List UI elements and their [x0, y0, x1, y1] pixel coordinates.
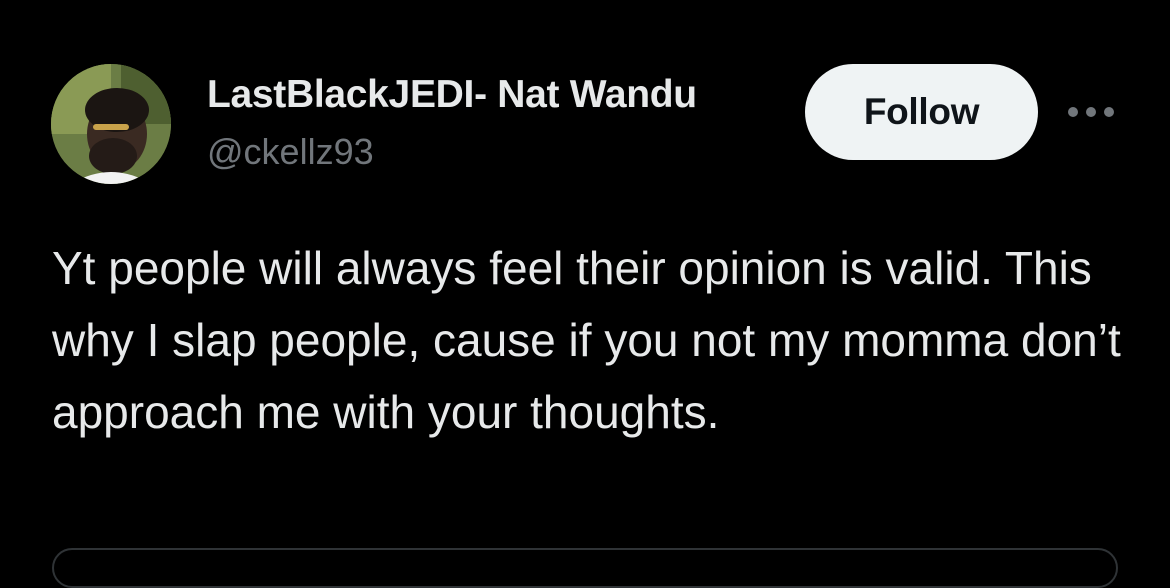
more-dot	[1068, 107, 1078, 117]
author-identity[interactable]: LastBlackJEDI- Nat Wandu @ckellz93	[207, 72, 697, 174]
more-dot	[1086, 107, 1096, 117]
author-handle[interactable]: @ckellz93	[207, 130, 697, 174]
user-avatar-icon	[51, 64, 171, 184]
more-dot	[1104, 107, 1114, 117]
quoted-card[interactable]	[52, 548, 1118, 588]
avatar[interactable]	[51, 64, 171, 184]
tweet: LastBlackJEDI- Nat Wandu @ckellz93 Follo…	[0, 0, 1170, 588]
tweet-text: Yt people will always feel their opinion…	[52, 242, 1121, 438]
author-display-name[interactable]: LastBlackJEDI- Nat Wandu	[207, 72, 697, 118]
more-horizontal-icon[interactable]	[1068, 104, 1114, 120]
follow-button[interactable]: Follow	[805, 64, 1038, 160]
